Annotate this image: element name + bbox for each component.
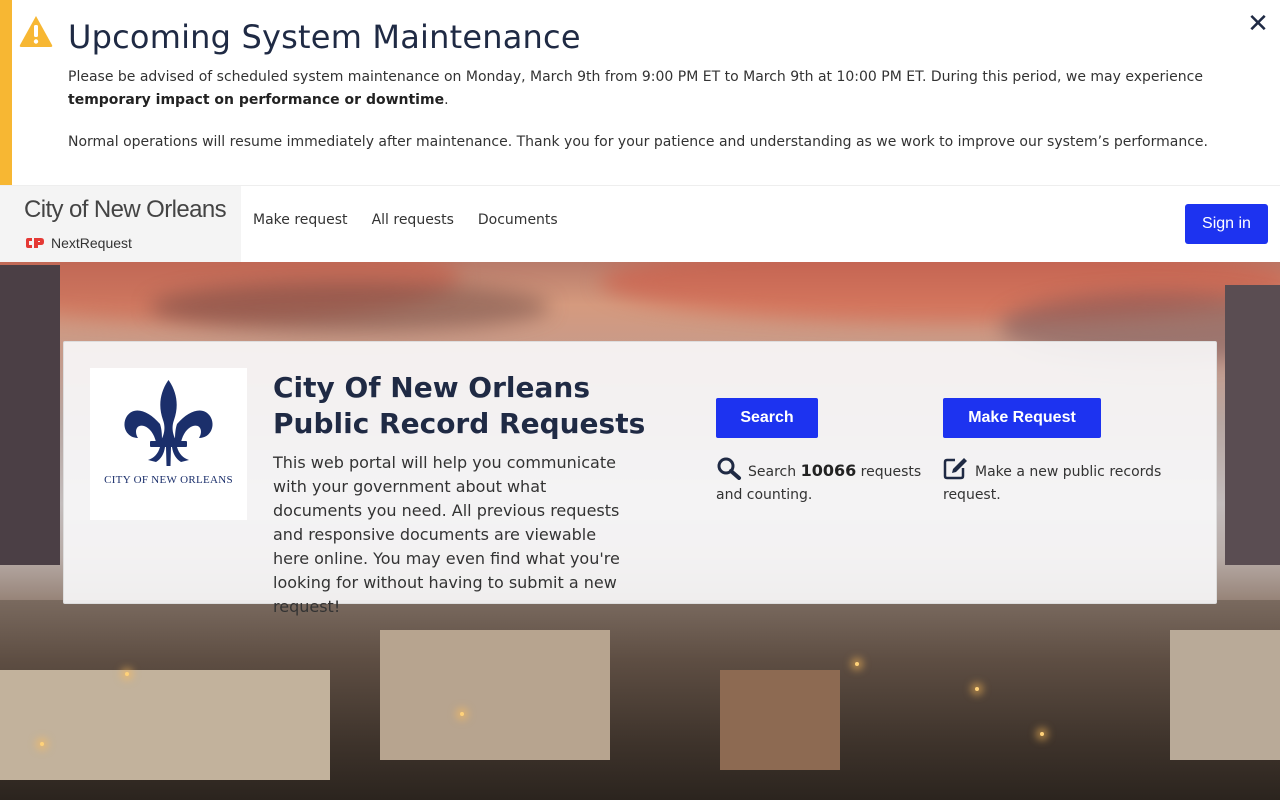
- brand-sub: NextRequest: [25, 234, 132, 252]
- make-request-action: Make Request Make a new public records r…: [943, 398, 1173, 507]
- street-light: [40, 742, 44, 746]
- brand-sub-label: NextRequest: [51, 235, 132, 251]
- brand[interactable]: City of New Orleans NextRequest: [0, 186, 241, 262]
- intro-description: This web portal will help you communicat…: [273, 453, 620, 616]
- banner-message: Please be advised of scheduled system ma…: [68, 66, 1268, 112]
- building: [1225, 285, 1280, 565]
- building: [720, 670, 840, 770]
- banner-message-bold: temporary impact on performance or downt…: [68, 92, 445, 108]
- make-request-caption-text: Make a new public records request.: [943, 464, 1162, 503]
- make-request-button[interactable]: Make Request: [943, 398, 1101, 438]
- banner-message-2: Normal operations will resume immediatel…: [68, 134, 1208, 150]
- building: [0, 670, 330, 780]
- nav-links: Make request All requests Documents: [253, 212, 558, 228]
- edit-icon: [943, 458, 967, 480]
- street-light: [125, 672, 129, 676]
- brand-name: City of New Orleans: [24, 196, 227, 223]
- building: [1170, 630, 1280, 760]
- search-caption: Search 10066 requests and counting.: [716, 456, 926, 507]
- nextrequest-logo-icon: [26, 238, 44, 248]
- fleur-de-lis-icon: [124, 380, 213, 466]
- maintenance-banner: Upcoming System Maintenance ✕ Please be …: [0, 0, 1280, 185]
- close-icon[interactable]: ✕: [1246, 10, 1270, 38]
- banner-title: Upcoming System Maintenance: [68, 18, 581, 56]
- banner-message-text: Please be advised of scheduled system ma…: [68, 69, 1203, 85]
- building: [0, 265, 60, 565]
- nav-documents[interactable]: Documents: [478, 212, 558, 228]
- street-light: [855, 662, 859, 666]
- street-light: [975, 687, 979, 691]
- intro-card: CITY OF NEW ORLEANS City Of New Orleans …: [63, 341, 1217, 616]
- search-action: Search Search 10066 requests and countin…: [716, 398, 926, 507]
- building: [380, 630, 610, 760]
- search-caption-before: Search: [748, 464, 801, 480]
- warning-icon: [19, 16, 53, 47]
- cloud: [150, 282, 550, 332]
- search-button[interactable]: Search: [716, 398, 818, 438]
- banner-message-end: .: [444, 92, 449, 108]
- navbar: City of New Orleans NextRequest Make req…: [0, 185, 1280, 262]
- street-light: [1040, 732, 1044, 736]
- seal-label: CITY OF NEW ORLEANS: [104, 474, 233, 486]
- request-count: 10066: [800, 461, 857, 480]
- street-light: [460, 712, 464, 716]
- nav-make-request[interactable]: Make request: [253, 212, 348, 228]
- make-request-caption: Make a new public records request.: [943, 456, 1173, 507]
- page-title: City Of New Orleans Public Record Reques…: [273, 371, 646, 440]
- magnifier-icon: [717, 457, 741, 480]
- nav-all-requests[interactable]: All requests: [372, 212, 454, 228]
- city-seal: CITY OF NEW ORLEANS: [90, 368, 247, 520]
- hero-background: CITY OF NEW ORLEANS City Of New Orleans …: [0, 262, 1280, 800]
- sign-in-button[interactable]: Sign in: [1185, 204, 1268, 244]
